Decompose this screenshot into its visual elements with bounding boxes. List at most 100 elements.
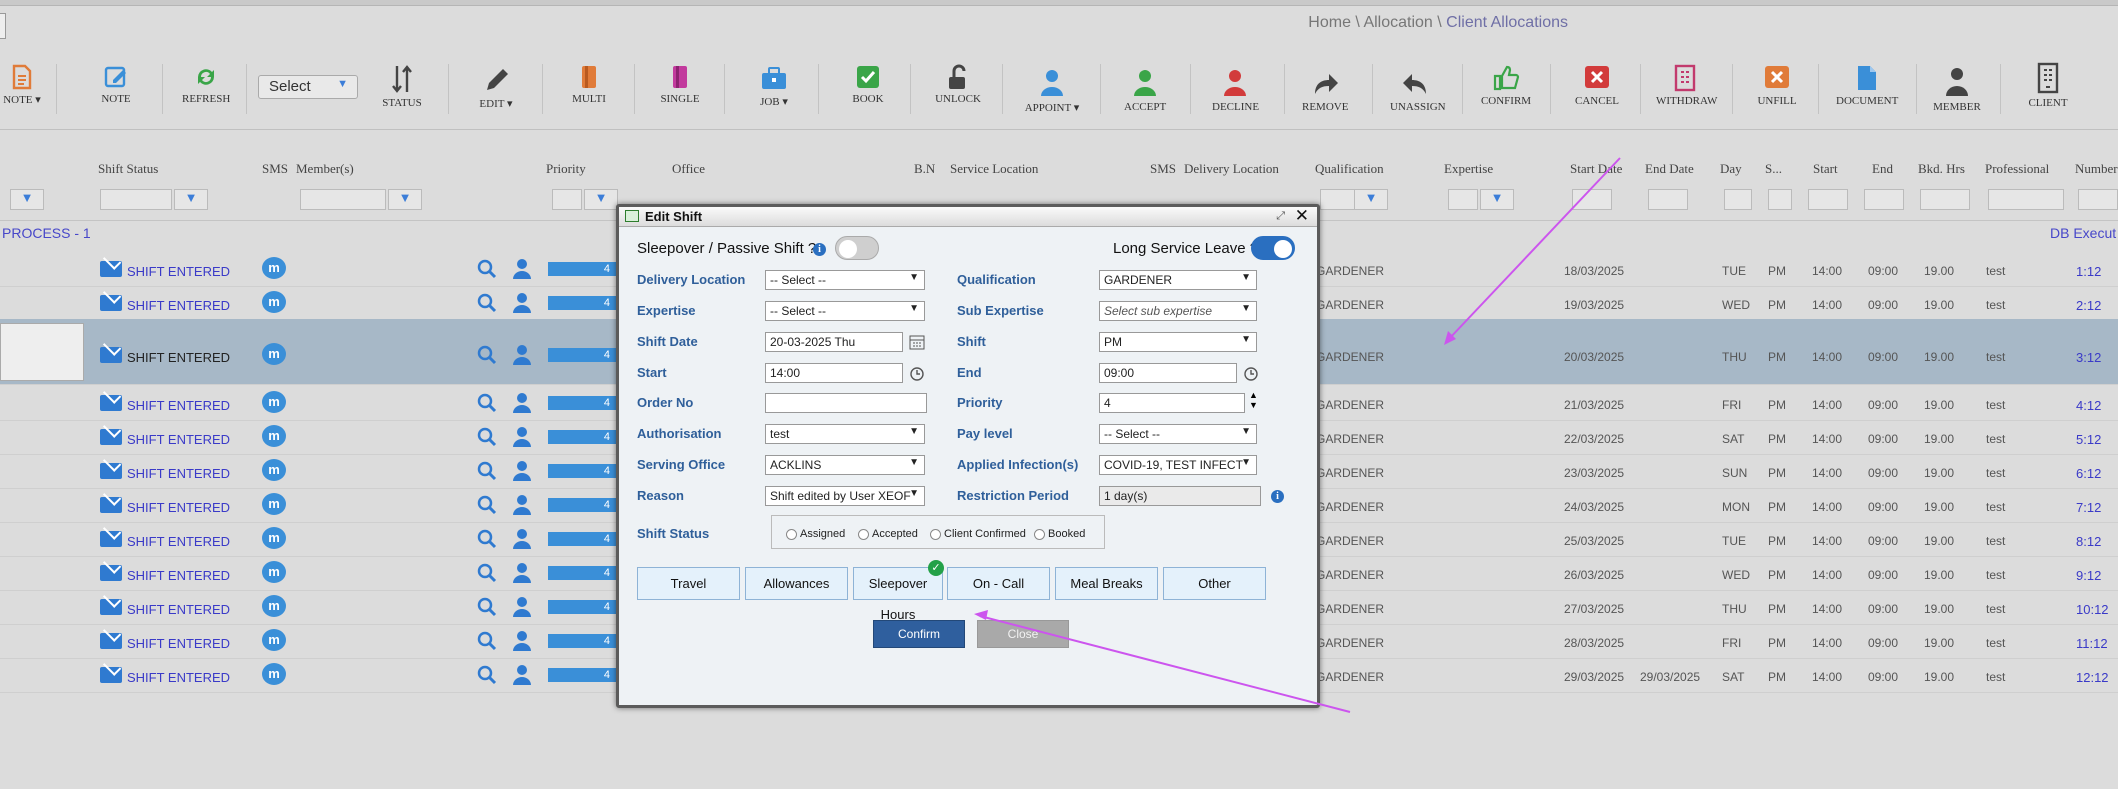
shift-status-link[interactable]: SHIFT ENTERED [127, 602, 230, 617]
tab-on-call[interactable]: On - Call [947, 567, 1050, 600]
shift-status-link[interactable]: SHIFT ENTERED [127, 432, 230, 447]
search-icon[interactable] [477, 597, 497, 617]
column-header-number[interactable]: Number [2075, 161, 2118, 177]
sms-messenger-icon[interactable]: m [262, 595, 286, 617]
filter-icon[interactable]: ▼ [584, 189, 618, 210]
person-icon[interactable] [512, 494, 532, 516]
qualification-select[interactable]: GARDENER ▼ [1099, 270, 1257, 290]
close-button[interactable]: Close [977, 620, 1069, 648]
column-header-priority[interactable]: Priority [546, 161, 586, 177]
filter-input[interactable] [1808, 189, 1848, 210]
column-header-expertise[interactable]: Expertise [1444, 161, 1493, 177]
envelope-icon[interactable] [100, 429, 122, 445]
popout-icon[interactable]: ⤢ [1276, 210, 1285, 223]
sms-messenger-icon[interactable]: m [262, 425, 286, 447]
toolbar-confirm-button[interactable]: CONFIRM [1480, 64, 1532, 126]
filter-icon[interactable]: ▼ [174, 189, 208, 210]
person-icon[interactable] [512, 392, 532, 414]
toolbar-client-button[interactable]: CLIENT [2024, 62, 2072, 124]
toolbar-edit-button[interactable]: EDIT ▾ [474, 64, 518, 126]
column-header-service-location[interactable]: Service Location [950, 161, 1038, 177]
column-header-sms-2[interactable]: SMS [1150, 161, 1176, 177]
number-link[interactable]: 10:12 [2076, 602, 2109, 617]
order-no-input[interactable] [765, 393, 927, 413]
search-icon[interactable] [477, 393, 497, 413]
envelope-icon[interactable] [100, 633, 122, 649]
shift-status-link[interactable]: SHIFT ENTERED [127, 534, 230, 549]
filter-icon[interactable]: ▼ [1480, 189, 1514, 210]
toolbar-select-dropdown[interactable]: Select ▼ [258, 75, 358, 99]
sms-messenger-icon[interactable]: m [262, 291, 286, 313]
radio-accepted[interactable]: Accepted [858, 528, 918, 540]
toolbar-unassign-button[interactable]: UNASSIGN [1390, 68, 1446, 130]
shift-status-link[interactable]: SHIFT ENTERED [127, 636, 230, 651]
number-link[interactable]: 3:12 [2076, 350, 2101, 365]
person-icon[interactable] [512, 460, 532, 482]
sleepover-toggle[interactable] [835, 236, 879, 260]
shift-status-link[interactable]: SHIFT ENTERED [127, 298, 230, 313]
filter-input[interactable] [1768, 189, 1792, 210]
number-link[interactable]: 1:12 [2076, 264, 2101, 279]
column-header-end-date[interactable]: End Date [1645, 161, 1694, 177]
column-header-members[interactable]: Member(s) [296, 161, 354, 177]
date-filter-start[interactable] [1572, 189, 1612, 210]
filter-input[interactable] [1920, 189, 1970, 210]
radio-booked[interactable]: Booked [1034, 528, 1085, 540]
number-link[interactable]: 7:12 [2076, 500, 2101, 515]
filter-input[interactable] [1448, 189, 1478, 210]
tab-allowances[interactable]: Allowances [745, 567, 848, 600]
pay-level-select[interactable]: -- Select -- ▼ [1099, 424, 1257, 444]
priority-stepper[interactable]: ▲ ▼ [1249, 390, 1258, 410]
sms-messenger-icon[interactable]: m [262, 629, 286, 651]
search-icon[interactable] [477, 495, 497, 515]
column-header-shift-status[interactable]: Shift Status [98, 161, 158, 177]
close-icon[interactable]: ✕ [1295, 206, 1309, 226]
delivery-location-select[interactable]: -- Select -- ▼ [765, 270, 925, 290]
long-service-leave-toggle[interactable] [1251, 236, 1295, 260]
tab-meal-breaks[interactable]: Meal Breaks [1055, 567, 1158, 600]
date-filter-end[interactable] [1648, 189, 1688, 210]
envelope-icon[interactable] [100, 463, 122, 479]
authorisation-select[interactable]: test ▼ [765, 424, 925, 444]
applied-infections-select[interactable]: COVID-19, TEST INFECT ▼ [1099, 455, 1257, 475]
toolbar-note-button[interactable]: NOTE ▾ [2, 64, 42, 126]
search-icon[interactable] [477, 293, 497, 313]
column-header-day[interactable]: Day [1720, 161, 1742, 177]
number-link[interactable]: 4:12 [2076, 398, 2101, 413]
search-icon[interactable] [477, 345, 497, 365]
sms-messenger-icon[interactable]: m [262, 527, 286, 549]
filter-icon[interactable]: ▼ [1354, 189, 1388, 210]
collapsed-panel-tab[interactable] [0, 13, 6, 39]
toolbar-book-button[interactable]: BOOK [848, 64, 888, 126]
shift-status-link[interactable]: SHIFT ENTERED [127, 466, 230, 481]
number-link[interactable]: 11:12 [2076, 636, 2108, 651]
info-icon[interactable]: i [813, 243, 826, 256]
sms-messenger-icon[interactable]: m [262, 391, 286, 413]
shift-status-link[interactable]: SHIFT ENTERED [127, 264, 230, 279]
sms-messenger-icon[interactable]: m [262, 561, 286, 583]
envelope-icon[interactable] [100, 395, 122, 411]
toolbar-refresh-button[interactable]: REFRESH [182, 64, 230, 126]
column-header-delivery-location[interactable]: Delivery Location [1184, 161, 1279, 177]
envelope-icon[interactable] [100, 295, 122, 311]
tab-sleepover-hours[interactable]: Sleepover Hours ✓ [853, 560, 944, 622]
envelope-icon[interactable] [100, 599, 122, 615]
envelope-icon[interactable] [100, 531, 122, 547]
breadcrumb-allocation[interactable]: Allocation [1363, 14, 1432, 31]
priority-input[interactable]: 4 [1099, 393, 1245, 413]
toolbar-withdraw-button[interactable]: WITHDRAW [1656, 64, 1717, 126]
shift-status-link[interactable]: SHIFT ENTERED [127, 568, 230, 583]
filter-icon[interactable]: ▼ [388, 189, 422, 210]
shift-status-link[interactable]: SHIFT ENTERED [127, 670, 230, 685]
toolbar-remove-button[interactable]: REMOVE [1302, 68, 1348, 130]
search-icon[interactable] [477, 461, 497, 481]
toolbar-job-button[interactable]: JOB ▾ [752, 64, 796, 126]
toolbar-document-button[interactable]: DOCUMENT [1836, 64, 1898, 126]
calendar-icon[interactable] [909, 334, 925, 350]
column-header-bn[interactable]: B.N [914, 161, 935, 177]
filter-input[interactable] [1864, 189, 1904, 210]
clock-icon[interactable] [909, 365, 925, 381]
person-icon[interactable] [512, 664, 532, 686]
confirm-button[interactable]: Confirm [873, 620, 965, 648]
expertise-select[interactable]: -- Select -- ▼ [765, 301, 925, 321]
